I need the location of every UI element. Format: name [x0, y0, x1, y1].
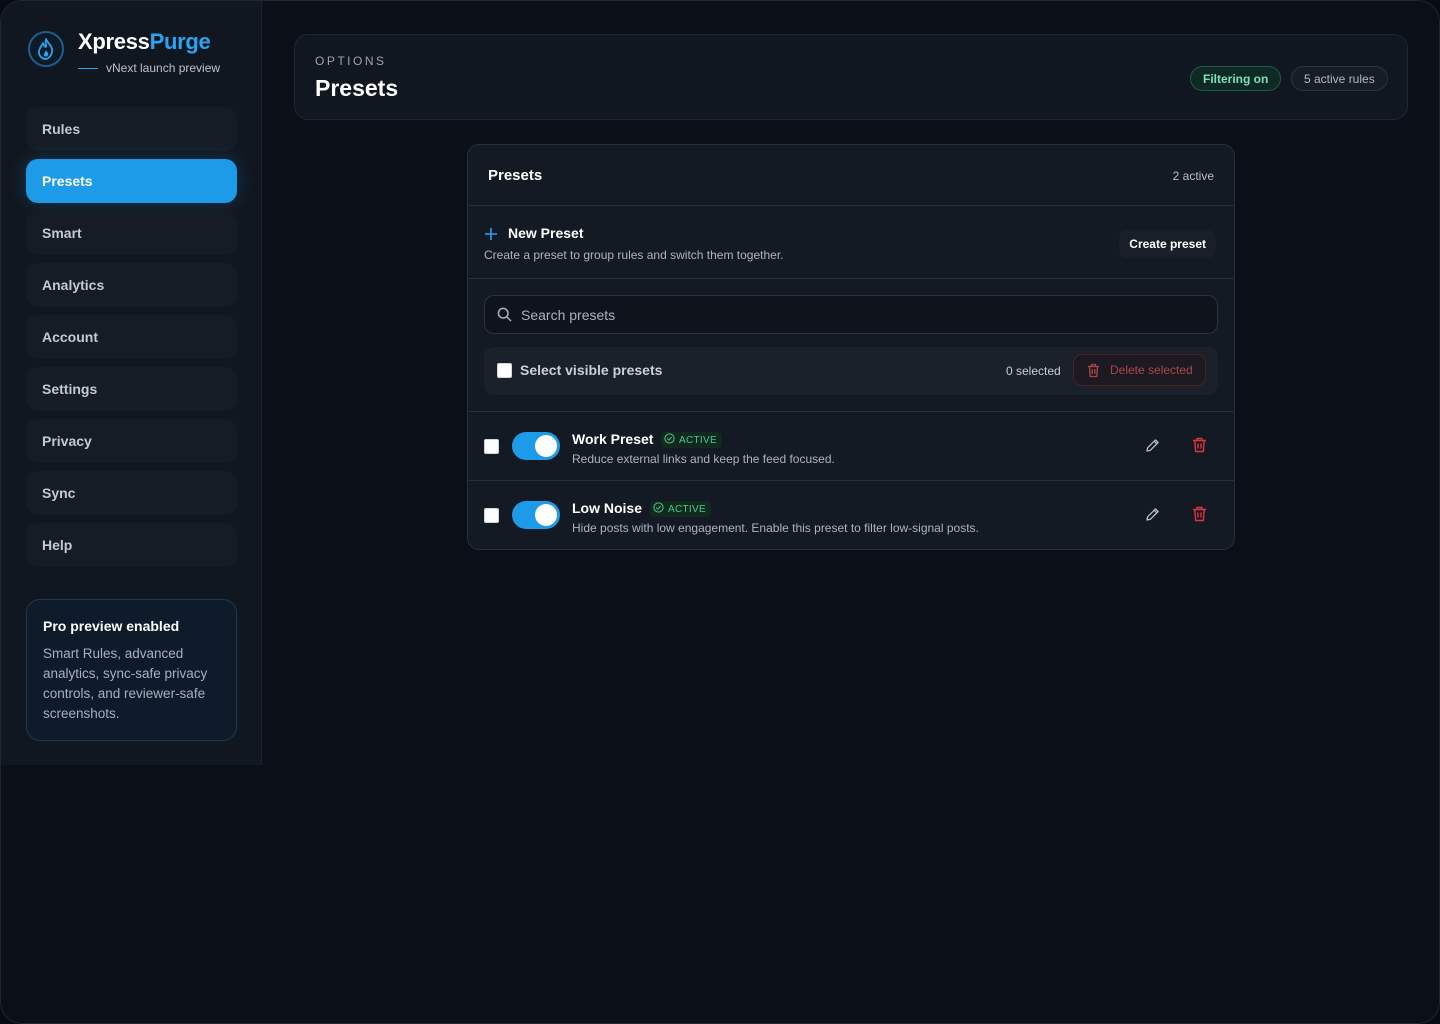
app-window: XpressPurge vNext launch preview Rules P… — [0, 0, 1440, 1024]
presets-toolbar: Select visible presets 0 selected Delete… — [468, 279, 1234, 412]
preset-description: Hide posts with low engagement. Enable t… — [572, 521, 979, 535]
active-badge-label: ACTIVE — [679, 434, 717, 446]
preset-row-checkbox[interactable] — [484, 439, 499, 454]
search-icon — [497, 307, 512, 327]
selected-count: 0 selected — [1006, 364, 1061, 378]
pro-preview-title: Pro preview enabled — [43, 618, 180, 634]
delete-selected-label: Delete selected — [1110, 363, 1193, 377]
trash-icon[interactable] — [1192, 437, 1207, 458]
page-title: Presets — [315, 75, 399, 101]
preset-row: Work Preset ACTIVE Reduce external links… — [468, 412, 1234, 481]
preset-row-checkbox[interactable] — [484, 508, 499, 523]
preset-name: Work Preset — [572, 431, 654, 447]
brand-subtitle: vNext launch preview — [78, 61, 220, 75]
check-circle-icon — [664, 433, 675, 447]
sidebar-item-smart[interactable]: Smart — [26, 211, 237, 255]
pro-preview-body: Smart Rules, advanced analytics, sync-sa… — [43, 646, 208, 721]
trash-icon[interactable] — [1192, 506, 1207, 527]
filtering-status-badge: Filtering on — [1190, 66, 1282, 91]
presets-active-count: 2 active — [1172, 169, 1214, 183]
brand: XpressPurge vNext launch preview — [28, 29, 248, 79]
sidebar-item-help[interactable]: Help — [26, 523, 237, 567]
sidebar-item-rules[interactable]: Rules — [26, 107, 237, 151]
new-preset-description: Create a preset to group rules and switc… — [484, 248, 784, 262]
preset-enable-toggle[interactable] — [512, 432, 560, 460]
plus-icon — [485, 226, 497, 242]
sidebar-nav: Rules Presets Smart Analytics Account Se… — [26, 107, 237, 575]
brand-name-part1: Xpress — [78, 29, 150, 54]
sidebar-item-privacy[interactable]: Privacy — [26, 419, 237, 463]
page-eyebrow: OPTIONS — [315, 54, 387, 68]
presets-panel-header: Presets 2 active — [468, 145, 1234, 206]
preset-name: Low Noise — [572, 500, 643, 516]
active-badge: ACTIVE — [661, 432, 722, 448]
check-circle-icon — [653, 502, 664, 516]
sidebar-item-settings[interactable]: Settings — [26, 367, 237, 411]
search-box — [484, 295, 1218, 334]
sidebar-item-sync[interactable]: Sync — [26, 471, 237, 515]
page-header: OPTIONS Presets Filtering on 5 active ru… — [294, 34, 1408, 120]
pencil-icon[interactable] — [1144, 506, 1161, 528]
preset-row: Low Noise ACTIVE Hide posts with low eng… — [468, 481, 1234, 549]
presets-panel: Presets 2 active New Preset Create a pre… — [467, 144, 1235, 550]
sidebar-item-analytics[interactable]: Analytics — [26, 263, 237, 307]
sidebar-item-account[interactable]: Account — [26, 315, 237, 359]
sidebar: XpressPurge vNext launch preview Rules P… — [1, 1, 262, 765]
sidebar-item-presets[interactable]: Presets — [26, 159, 237, 203]
trash-icon — [1087, 363, 1100, 381]
new-preset-title: New Preset — [508, 225, 584, 241]
pro-preview-card: Pro preview enabled Smart Rules, advance… — [26, 599, 237, 741]
brand-name-part2: Purge — [149, 29, 211, 54]
presets-panel-title: Presets — [488, 167, 543, 184]
new-preset-section: New Preset Create a preset to group rule… — [468, 206, 1234, 279]
active-badge-label: ACTIVE — [668, 503, 706, 515]
flame-icon — [28, 31, 64, 67]
preset-enable-toggle[interactable] — [512, 501, 560, 529]
delete-selected-button[interactable]: Delete selected — [1073, 354, 1206, 386]
select-visible-label: Select visible presets — [520, 362, 663, 378]
search-presets-input[interactable] — [521, 296, 1201, 333]
active-rules-badge: 5 active rules — [1291, 66, 1388, 91]
active-badge: ACTIVE — [650, 501, 711, 517]
pencil-icon[interactable] — [1144, 437, 1161, 459]
preset-description: Reduce external links and keep the feed … — [572, 452, 835, 466]
brand-name: XpressPurge — [78, 29, 211, 55]
create-preset-button[interactable]: Create preset — [1119, 230, 1216, 258]
select-visible-checkbox[interactable] — [497, 363, 512, 378]
bulk-select-bar: Select visible presets 0 selected Delete… — [484, 347, 1218, 395]
